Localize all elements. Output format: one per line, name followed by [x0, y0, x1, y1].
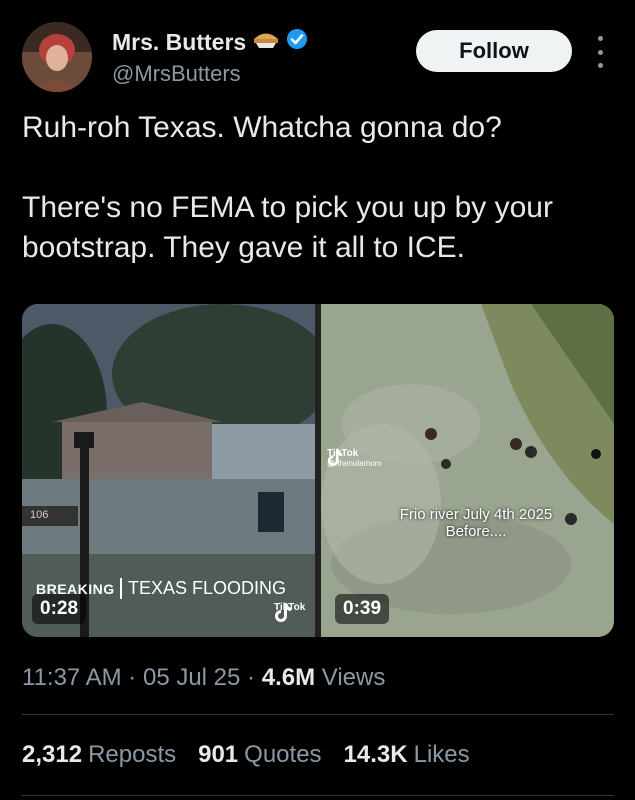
- tiktok-logo: TikTok: [274, 602, 305, 622]
- video-frio-river[interactable]: TikTok @ thenolamom Frio river July 4th …: [321, 304, 614, 637]
- more-options-icon[interactable]: [592, 36, 608, 68]
- caption-line-1: Frio river July 4th 2025: [399, 506, 553, 523]
- verified-badge-icon: [286, 28, 308, 56]
- likes-stat[interactable]: 14.3K Likes: [344, 741, 470, 769]
- post-text: Ruh-roh Texas. Whatcha gonna do? There's…: [22, 108, 612, 268]
- video-texas-flooding[interactable]: 106 BREAKING TEXAS FLOODING 0:28 TikTok: [22, 304, 315, 637]
- reposts-stat[interactable]: 2,312 Reposts: [22, 741, 176, 769]
- reposts-count: 2,312: [22, 741, 83, 768]
- post-line-1: Ruh-roh Texas. Whatcha gonna do?: [22, 111, 502, 144]
- video-duration: 0:39: [335, 594, 390, 624]
- video-duration: 0:28: [32, 594, 87, 624]
- reposts-label: Reposts: [88, 741, 177, 768]
- tiktok-watermark: TikTok @ thenolamom: [327, 448, 381, 468]
- likes-count: 14.3K: [343, 741, 408, 768]
- media-grid: 106 BREAKING TEXAS FLOODING 0:28 TikTok: [22, 304, 614, 637]
- author-name-row[interactable]: Mrs. Butters: [112, 28, 308, 56]
- video-caption: Frio river July 4th 2025 Before....: [361, 506, 591, 540]
- quotes-stat[interactable]: 901 Quotes: [198, 741, 321, 769]
- views-count: 4.6M: [261, 664, 316, 691]
- views-label: Views: [321, 664, 386, 691]
- avatar-image: [22, 22, 92, 92]
- likes-label: Likes: [413, 741, 470, 768]
- post-time[interactable]: 11:37 AM: [22, 664, 122, 691]
- quotes-count: 901: [198, 741, 239, 768]
- divider: [22, 714, 614, 715]
- engagement-stats: 2,312 Reposts 901 Quotes 14.3K Likes: [22, 741, 470, 769]
- avatar[interactable]: [22, 22, 92, 92]
- divider: [22, 795, 614, 796]
- quotes-label: Quotes: [244, 741, 322, 768]
- caption-line-2: Before....: [445, 523, 507, 540]
- mailbox-sign: 106: [30, 509, 49, 521]
- pie-icon: [252, 29, 280, 56]
- post-date[interactable]: 05 Jul 25: [143, 664, 240, 691]
- tiktok-icon: [327, 449, 343, 466]
- meta-separator: ·: [128, 664, 143, 691]
- tiktok-icon: [275, 603, 291, 622]
- headline-label: TEXAS FLOODING: [120, 578, 286, 599]
- video-thumbnail-river: [321, 304, 614, 637]
- post-line-2: There's no FEMA to pick you up by your b…: [22, 191, 553, 264]
- author-handle[interactable]: @MrsButters: [112, 61, 241, 87]
- author-name[interactable]: Mrs. Butters: [112, 29, 246, 56]
- follow-button[interactable]: Follow: [416, 30, 572, 72]
- post-meta: 11:37 AM · 05 Jul 25 · 4.6M Views: [22, 664, 385, 692]
- meta-separator: ·: [247, 664, 262, 691]
